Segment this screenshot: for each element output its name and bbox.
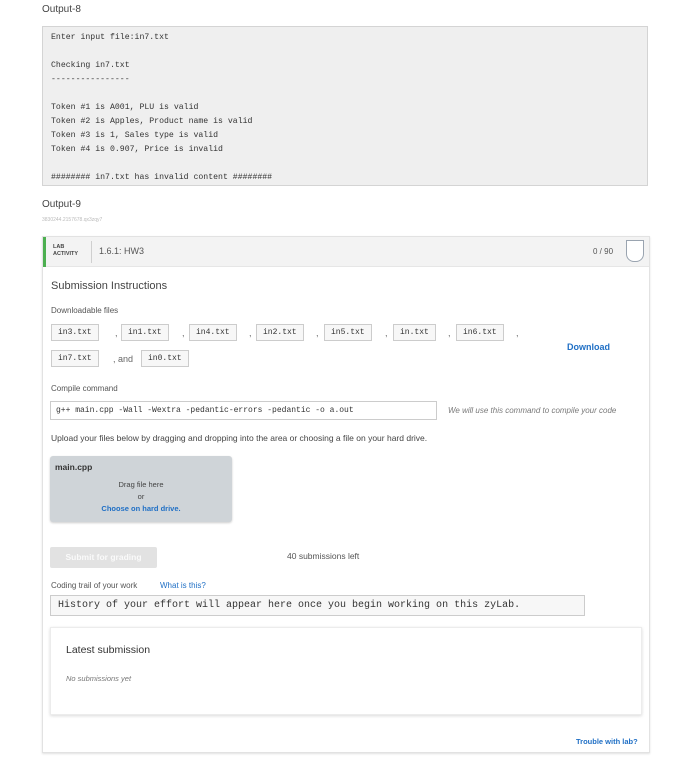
compile-command-note: We will use this command to compile your… xyxy=(448,406,617,415)
latest-submission-card: Latest submission No submissions yet xyxy=(50,627,642,715)
drag-file-text: Drag file here xyxy=(118,480,164,489)
score-text: 0 / 90 xyxy=(593,247,614,256)
file-chip[interactable]: in6.txt xyxy=(456,324,504,341)
output-9-label: Output-9 xyxy=(42,199,81,210)
comma-separator: , xyxy=(249,328,252,338)
comma-separator: , xyxy=(182,328,185,338)
activity-id: 3830244.2157678.qx3zqy7 xyxy=(42,217,103,223)
upload-instructions: Upload your files below by dragging and … xyxy=(51,433,428,443)
drop-file-name: main.cpp xyxy=(55,462,93,472)
coding-trail-history: History of your effort will appear here … xyxy=(50,595,585,616)
lab-title: 1.6.1: HW3 xyxy=(99,246,145,256)
file-chip[interactable]: in0.txt xyxy=(141,350,189,367)
compile-command-field: g++ main.cpp -Wall -Wextra -pedantic-err… xyxy=(50,401,437,420)
file-chip[interactable]: in3.txt xyxy=(51,324,99,341)
file-chip[interactable]: in5.txt xyxy=(324,324,372,341)
comma-separator: , xyxy=(115,328,118,338)
what-is-this-link[interactable]: What is this? xyxy=(160,581,206,590)
file-chip[interactable]: in.txt xyxy=(393,324,436,341)
lab-activity-panel: LAB ACTIVITY 1.6.1: HW3 0 / 90 Submissio… xyxy=(42,236,650,753)
output-8-label: Output-8 xyxy=(42,4,81,15)
and-separator: , and xyxy=(113,354,134,364)
console-output: Enter input file:in7.txt Checking in7.tx… xyxy=(42,26,648,186)
lab-activity-tag: LAB ACTIVITY xyxy=(53,244,79,257)
file-chip[interactable]: in2.txt xyxy=(256,324,304,341)
completion-badge-icon xyxy=(626,240,644,262)
file-chip[interactable]: in1.txt xyxy=(121,324,169,341)
comma-separator: , xyxy=(516,328,519,338)
submissions-left-text: 40 submissions left xyxy=(287,551,360,561)
or-text: or xyxy=(137,492,145,501)
comma-separator: , xyxy=(448,328,451,338)
file-chip[interactable]: in7.txt xyxy=(51,350,99,367)
header-divider xyxy=(91,241,92,263)
file-chip[interactable]: in4.txt xyxy=(189,324,237,341)
lab-header: LAB ACTIVITY 1.6.1: HW3 0 / 90 xyxy=(43,237,649,267)
lab-accent-bar xyxy=(43,237,46,267)
choose-on-hard-drive-link[interactable]: Choose on hard drive. xyxy=(50,504,232,513)
comma-separator: , xyxy=(385,328,388,338)
coding-trail-label: Coding trail of your work xyxy=(51,581,138,590)
download-button[interactable]: Download xyxy=(567,342,610,352)
latest-submission-title: Latest submission xyxy=(66,644,151,656)
submit-for-grading-button[interactable]: Submit for grading xyxy=(50,547,157,568)
comma-separator: , xyxy=(316,328,319,338)
file-drop-zone[interactable]: main.cpp Drag file here or Choose on har… xyxy=(50,456,232,522)
downloadable-files-label: Downloadable files xyxy=(51,306,119,315)
no-submissions-text: No submissions yet xyxy=(66,674,132,683)
trouble-with-lab-link[interactable]: Trouble with lab? xyxy=(576,737,638,746)
submission-instructions-title: Submission Instructions xyxy=(51,280,168,292)
compile-command-label: Compile command xyxy=(51,384,118,393)
console-text: Enter input file:in7.txt Checking in7.tx… xyxy=(51,33,273,182)
